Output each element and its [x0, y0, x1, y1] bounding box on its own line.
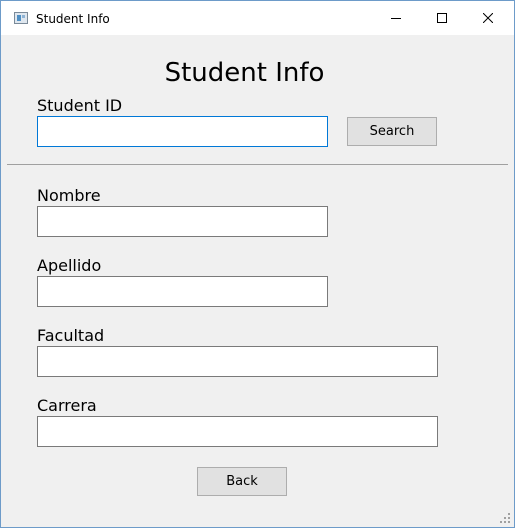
- nombre-field[interactable]: [37, 206, 328, 237]
- resize-grip-icon[interactable]: [500, 513, 510, 523]
- carrera-field[interactable]: [37, 416, 438, 447]
- apellido-field[interactable]: [37, 276, 328, 307]
- section-divider: [7, 164, 508, 165]
- carrera-label: Carrera: [37, 396, 97, 415]
- app-icon: [14, 12, 28, 24]
- close-button[interactable]: [465, 1, 511, 35]
- maximize-button[interactable]: [419, 1, 465, 35]
- student-id-input[interactable]: [37, 116, 328, 147]
- facultad-field[interactable]: [37, 346, 438, 377]
- minimize-icon: [391, 18, 401, 19]
- nombre-label: Nombre: [37, 186, 101, 205]
- page-title: Student Info: [164, 58, 325, 88]
- back-button[interactable]: Back: [197, 467, 287, 496]
- title-bar[interactable]: Student Info: [1, 1, 514, 35]
- facultad-label: Facultad: [37, 326, 105, 345]
- maximize-icon: [437, 13, 447, 23]
- apellido-label: Apellido: [37, 256, 102, 275]
- close-icon: [483, 13, 493, 23]
- student-id-label: Student ID: [37, 96, 123, 115]
- window-title: Student Info: [36, 12, 110, 26]
- minimize-button[interactable]: [373, 1, 419, 35]
- search-button[interactable]: Search: [347, 117, 437, 146]
- app-window: Student Info Student Info Student ID Sea…: [0, 0, 515, 528]
